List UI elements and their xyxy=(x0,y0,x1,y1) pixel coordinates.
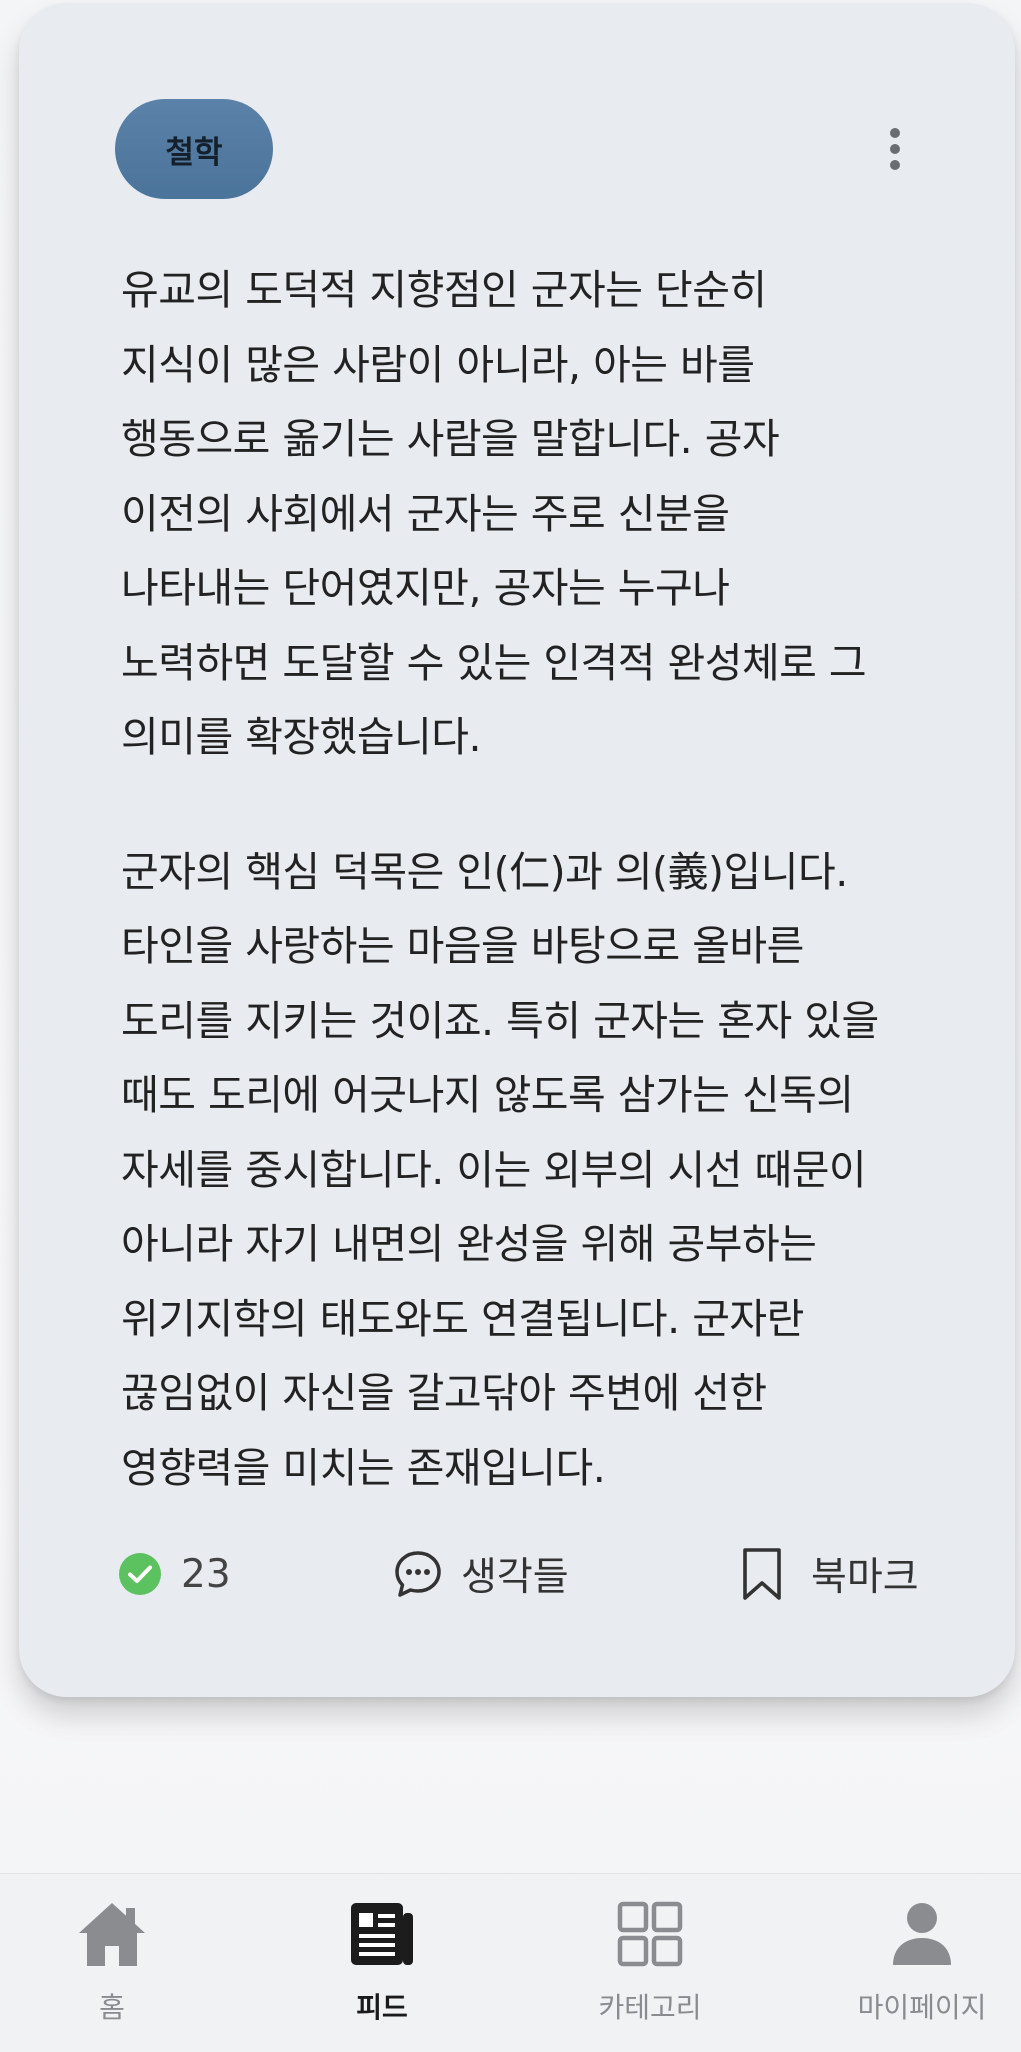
more-options-button[interactable] xyxy=(875,119,915,179)
post-body: 유교의 도덕적 지향점인 군자는 단순히 지식이 많은 사람이 아니라, 아는 … xyxy=(121,253,941,1505)
post-paragraph-1: 유교의 도덕적 지향점인 군자는 단순히 지식이 많은 사람이 아니라, 아는 … xyxy=(121,266,867,761)
category-tag[interactable]: 철학 xyxy=(115,99,273,199)
comment-bubble-icon xyxy=(395,1551,441,1597)
thoughts-button[interactable]: 생각들 xyxy=(393,1539,569,1609)
nav-item-category[interactable]: 카테고리 xyxy=(550,1896,750,2046)
nav-label-feed: 피드 xyxy=(356,1991,408,2024)
nav-item-feed[interactable]: 피드 xyxy=(282,1896,482,2046)
check-circle-icon xyxy=(119,1553,161,1595)
more-icon-dot-2 xyxy=(890,144,900,154)
nav-label-category: 카테고리 xyxy=(598,1991,702,2024)
bottom-navigation: 홈 피드 카테고리 마이페이지 xyxy=(0,1873,1021,2052)
bookmark-button[interactable]: 북마크 xyxy=(741,1539,919,1609)
more-icon-dot-3 xyxy=(890,160,900,170)
post-actions: 23 생각들 북마크 xyxy=(19,1539,1015,1609)
bookmark-icon xyxy=(743,1548,781,1600)
more-icon xyxy=(890,128,900,138)
check-count: 23 xyxy=(181,1551,231,1597)
post-paragraph-2: 군자의 핵심 덕목은 인(仁)과 의(義)입니다. 타인을 사랑하는 마음을 바… xyxy=(121,847,879,1492)
post-card: 철학 유교의 도덕적 지향점인 군자는 단순히 지식이 많은 사람이 아니라, … xyxy=(19,3,1015,1697)
check-button[interactable]: 23 xyxy=(119,1539,231,1609)
home-icon xyxy=(79,1903,145,1966)
person-icon xyxy=(893,1903,951,1965)
bookmark-label: 북마크 xyxy=(811,1555,919,1600)
grid-icon xyxy=(617,1901,683,1967)
nav-label-mypage: 마이페이지 xyxy=(857,1991,987,2024)
nav-item-home[interactable]: 홈 xyxy=(12,1896,212,2046)
thoughts-label: 생각들 xyxy=(461,1555,569,1600)
nav-item-mypage[interactable]: 마이페이지 xyxy=(822,1896,1021,2046)
feed-icon xyxy=(351,1903,413,1965)
nav-label-home: 홈 xyxy=(99,1991,125,2024)
